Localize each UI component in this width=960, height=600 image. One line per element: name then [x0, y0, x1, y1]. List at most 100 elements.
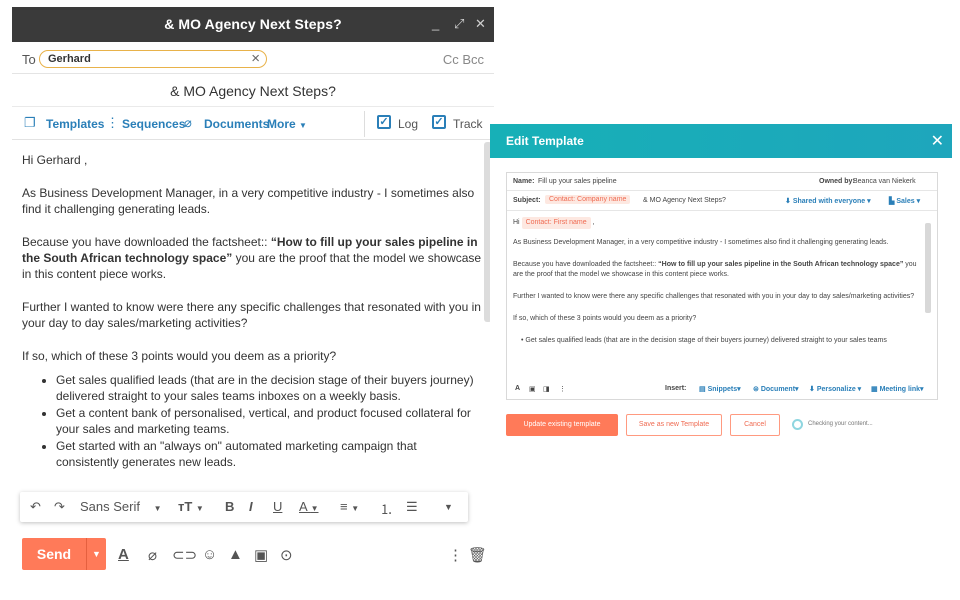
- team-value: Sales: [896, 198, 915, 205]
- email-body[interactable]: Hi Gerhard , As Business Development Man…: [12, 142, 482, 488]
- remove-recipient-icon[interactable]: ×: [251, 50, 260, 67]
- log-label: Log: [398, 117, 419, 131]
- owned-by-label: Owned by:: [819, 178, 855, 185]
- snippets-label: Snippets: [707, 386, 738, 393]
- font-size-icon[interactable]: тT ▼: [178, 499, 204, 514]
- close-icon[interactable]: ✕: [931, 131, 944, 151]
- font-family-value: Sans Serif: [80, 499, 140, 514]
- more-label: More: [267, 117, 296, 131]
- font-family-select[interactable]: Sans Serif ▼: [80, 499, 162, 514]
- template-bullet-1: Get sales qualified leads (that are in t…: [525, 337, 887, 344]
- insert-meeting-link[interactable]: ▦ Meeting link▾: [871, 385, 924, 393]
- update-template-button[interactable]: Update existing template: [506, 414, 618, 436]
- insert-personalize[interactable]: ⬇ Personalize ▾: [809, 385, 861, 393]
- team-dropdown[interactable]: ▙ Sales ▾: [889, 197, 920, 205]
- loading-spinner-icon: [792, 419, 803, 430]
- save-new-template-button[interactable]: Save as new Template: [626, 414, 722, 436]
- company-name-token[interactable]: Contact: Company name: [545, 195, 631, 204]
- personalize-label: Personalize: [816, 386, 856, 393]
- hi-text: Hi: [513, 219, 520, 226]
- sequences-icon: ⋮: [106, 115, 119, 130]
- to-label: To: [22, 52, 36, 67]
- text-color-icon[interactable]: A ▼: [299, 499, 319, 514]
- list-item: Get started with an "always on" automate…: [56, 438, 482, 470]
- compose-toolbar: ❐ Templates ⋮ Sequences ⌀ Documents More…: [12, 106, 494, 140]
- more-button[interactable]: More ▼: [267, 117, 307, 131]
- document-label: Document: [760, 386, 796, 393]
- attachment-icon[interactable]: ⋮: [559, 385, 566, 393]
- underline-icon[interactable]: U: [273, 499, 282, 514]
- template-list-item: • Get sales qualified leads (that are in…: [521, 337, 887, 344]
- template-scrollbar[interactable]: [925, 223, 931, 313]
- template-body[interactable]: Hi Contact: First name , As Business Dev…: [513, 217, 923, 375]
- close-icon[interactable]: ✕: [475, 16, 486, 32]
- panel-title: Edit Template: [506, 134, 584, 148]
- insert-snippets[interactable]: ▤ Snippets▾: [699, 385, 741, 393]
- template-name-input[interactable]: Fill up your sales pipeline: [538, 178, 617, 185]
- checking-text: Checking your content...: [808, 421, 873, 427]
- video-icon[interactable]: ◨: [543, 385, 550, 393]
- templates-icon: ❐: [24, 115, 36, 130]
- template-paragraph-1: As Business Development Manager, in a ve…: [513, 239, 889, 246]
- list-item: Get sales qualified leads (that are in t…: [56, 372, 482, 404]
- tpl-p2-pre: Because you have downloaded the factshee…: [513, 261, 659, 268]
- templates-button[interactable]: Templates: [46, 117, 104, 131]
- subject-label: Subject:: [513, 197, 541, 204]
- body-greeting: Hi Gerhard ,: [22, 153, 88, 167]
- template-subject-row: Subject: Contact: Company name & MO Agen…: [507, 191, 937, 211]
- owner-name: Beanca van Niekerk: [853, 178, 916, 185]
- p2-pre: Because you have downloaded the factshee…: [22, 235, 271, 249]
- name-label: Name:: [513, 178, 535, 185]
- emoji-icon[interactable]: ☺: [202, 546, 217, 563]
- body-paragraph-3: Further I wanted to know were there any …: [22, 300, 481, 330]
- template-paragraph-3: Further I wanted to know were there any …: [513, 293, 915, 300]
- expand-icon[interactable]: ⤢: [454, 16, 464, 32]
- attachment-icon: ⌀: [184, 115, 192, 130]
- template-paragraph-2: Because you have downloaded the factshee…: [513, 260, 923, 280]
- edit-template-panel: Edit Template ✕ Name: Fill up your sales…: [490, 124, 952, 444]
- bulleted-list-icon[interactable]: ☰: [406, 499, 418, 515]
- numbered-list-icon[interactable]: ⒈: [380, 499, 393, 518]
- formatting-toggle-icon[interactable]: A: [118, 546, 129, 563]
- recipient-chip[interactable]: Gerhard ×: [39, 50, 267, 68]
- italic-icon[interactable]: I: [249, 499, 253, 514]
- send-options-caret-icon[interactable]: ▼: [86, 538, 106, 570]
- send-bar: Send ▼ A ⌀ ⊂⊃ ☺ ▲ ▣ ⊙ ⋮ 🗑: [12, 532, 494, 572]
- cancel-button[interactable]: Cancel: [730, 414, 780, 436]
- send-button[interactable]: Send: [22, 538, 86, 570]
- track-checkbox[interactable]: ✓: [432, 115, 446, 129]
- discard-trash-icon[interactable]: 🗑: [468, 546, 487, 564]
- toolbar-divider: [364, 111, 365, 137]
- bold-icon[interactable]: B: [225, 499, 234, 514]
- documents-button[interactable]: Documents: [204, 117, 269, 131]
- confidential-lock-icon[interactable]: ⊙: [280, 546, 293, 564]
- image-icon[interactable]: ▣: [254, 546, 268, 564]
- more-format-icon[interactable]: ▼: [444, 502, 453, 512]
- cc-bcc-link[interactable]: Cc Bcc: [443, 52, 484, 67]
- more-options-icon[interactable]: ⋮: [448, 546, 463, 564]
- drive-icon[interactable]: ▲: [228, 546, 243, 563]
- track-label: Track: [453, 117, 483, 131]
- tpl-p2-bold: “How to fill up your sales pipeline in t…: [658, 261, 904, 268]
- link-icon[interactable]: ⊂⊃: [172, 546, 197, 564]
- undo-icon[interactable]: ↶: [30, 499, 41, 515]
- attach-icon[interactable]: ⌀: [148, 546, 157, 564]
- redo-icon[interactable]: ↷: [54, 499, 65, 515]
- sequences-button[interactable]: Sequences: [122, 117, 185, 131]
- text-format-icon[interactable]: A: [515, 385, 520, 392]
- insert-document[interactable]: ⊜ Document▾: [753, 385, 799, 393]
- sharing-dropdown[interactable]: ⬇ Shared with everyone ▾: [785, 197, 871, 205]
- image-icon[interactable]: ▣: [529, 385, 536, 393]
- log-checkbox[interactable]: ✓: [377, 115, 391, 129]
- template-greeting: Hi Contact: First name ,: [513, 217, 923, 229]
- align-icon[interactable]: ≡ ▼: [340, 499, 359, 514]
- template-subject-text[interactable]: & MO Agency Next Steps?: [643, 197, 726, 204]
- meeting-link-label: Meeting link: [879, 386, 921, 393]
- minimize-icon[interactable]: _: [432, 16, 439, 31]
- recipient-row: To Gerhard × Cc Bcc: [12, 44, 494, 74]
- insert-label: Insert:: [665, 385, 687, 392]
- subject-field[interactable]: & MO Agency Next Steps?: [12, 76, 494, 104]
- first-name-token[interactable]: Contact: First name: [521, 217, 591, 229]
- content-check-status: Checking your content...: [792, 419, 902, 433]
- template-editor: Name: Fill up your sales pipeline Owned …: [506, 172, 938, 400]
